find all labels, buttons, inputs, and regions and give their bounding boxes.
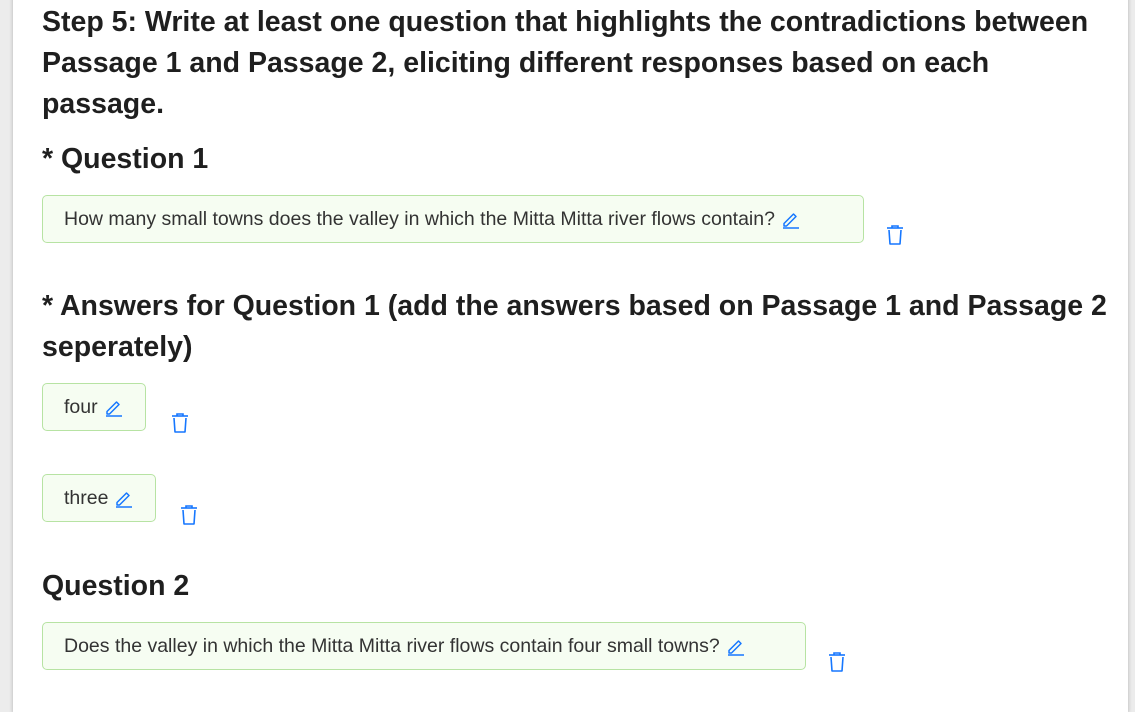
question-1-heading: * Question 1 xyxy=(42,143,209,175)
delete-answer-1-icon[interactable] xyxy=(170,412,190,434)
question-2-text: Does the valley in which the Mitta Mitta… xyxy=(64,634,720,657)
question-1-field[interactable]: How many small towns does the valley in … xyxy=(42,195,864,243)
edit-icon[interactable] xyxy=(104,397,124,417)
question-2-field[interactable]: Does the valley in which the Mitta Mitta… xyxy=(42,622,806,670)
answer-1-field[interactable]: four xyxy=(42,383,146,431)
delete-question-1-icon[interactable] xyxy=(885,224,905,246)
edit-icon[interactable] xyxy=(781,209,801,229)
delete-question-2-icon[interactable] xyxy=(827,651,847,673)
delete-answer-2-icon[interactable] xyxy=(179,504,199,526)
question-1-text: How many small towns does the valley in … xyxy=(64,207,775,230)
answer-2-field[interactable]: three xyxy=(42,474,157,522)
step-title: Step 5: Write at least one question that… xyxy=(42,6,1089,120)
form-card: Step 5: Write at least one question that… xyxy=(13,0,1128,712)
answer-2-text: three xyxy=(64,486,109,509)
edit-icon[interactable] xyxy=(114,488,134,508)
edit-icon[interactable] xyxy=(726,636,746,656)
answers-1-heading: * Answers for Question 1 (add the answer… xyxy=(42,290,1107,363)
question-2-heading: Question 2 xyxy=(42,570,190,602)
answer-1-text: four xyxy=(64,395,98,418)
